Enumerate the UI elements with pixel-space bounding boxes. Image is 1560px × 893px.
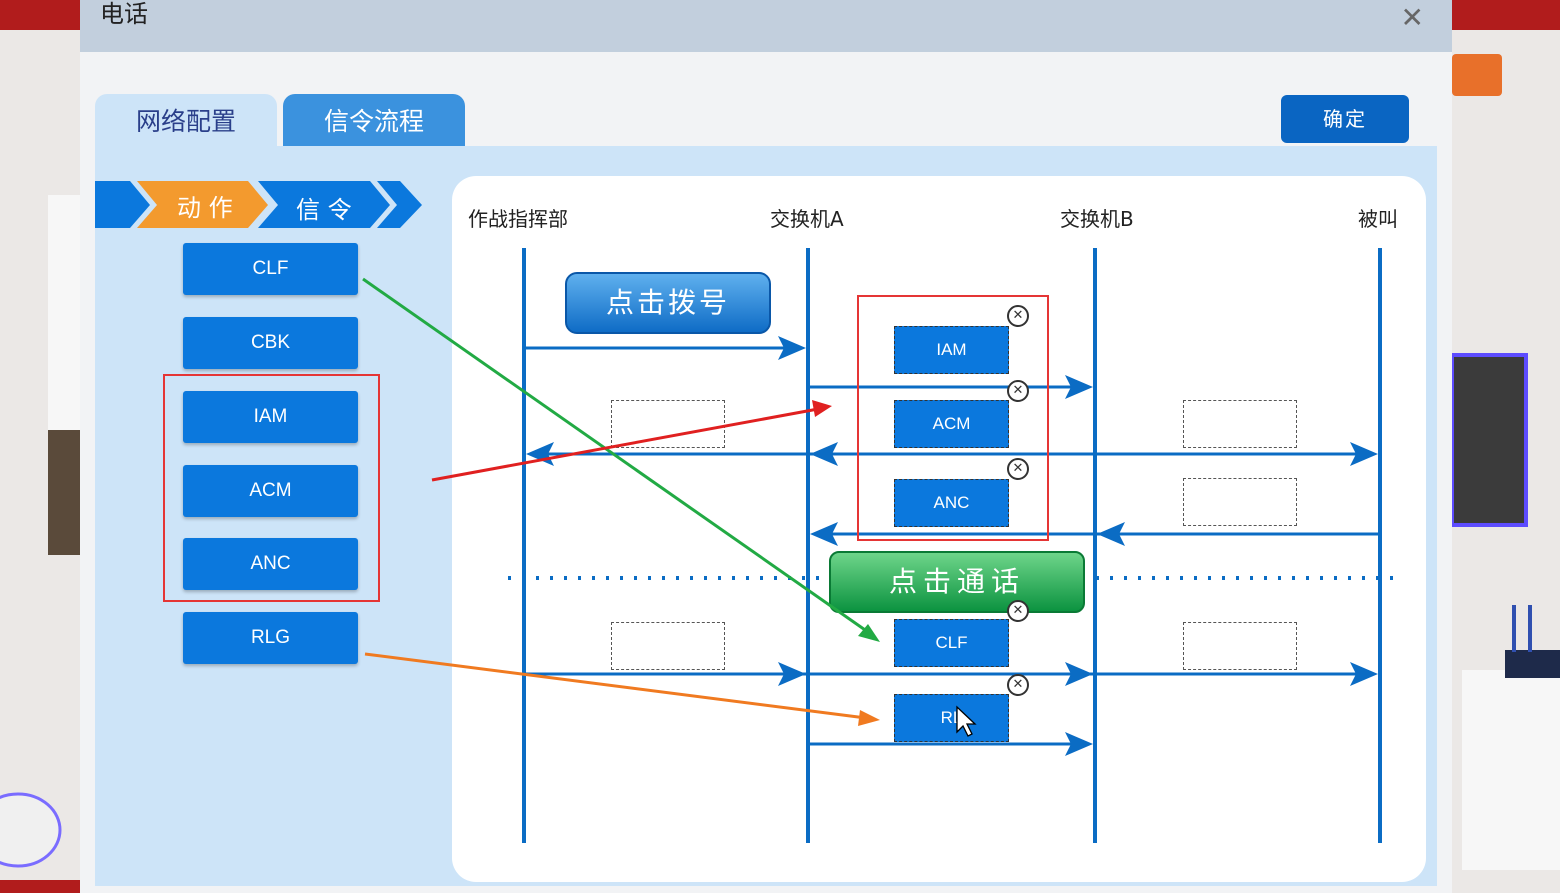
tab-signaling-flow[interactable]: 信令流程 xyxy=(283,94,465,150)
empty-slot[interactable] xyxy=(611,622,725,670)
dialog-title: 电话 xyxy=(100,0,148,28)
remove-icon[interactable]: ✕ xyxy=(1007,380,1029,402)
signal-button-cbk[interactable]: CBK xyxy=(183,317,358,369)
remove-icon[interactable]: ✕ xyxy=(1007,674,1029,696)
call-button[interactable]: 点击通话 xyxy=(829,551,1085,613)
remove-icon[interactable]: ✕ xyxy=(1007,458,1029,480)
dialog-header: 电话 ✕ xyxy=(80,0,1452,52)
signal-button-clf[interactable]: CLF xyxy=(183,243,358,295)
empty-slot[interactable] xyxy=(611,400,725,448)
tab-network-config[interactable]: 网络配置 xyxy=(95,94,277,150)
empty-slot[interactable] xyxy=(1183,622,1297,670)
confirm-button[interactable]: 确定 xyxy=(1281,95,1409,143)
placed-message-clf[interactable]: CLF xyxy=(894,619,1009,667)
dial-button[interactable]: 点击拨号 xyxy=(565,272,771,334)
remove-icon[interactable]: ✕ xyxy=(1007,600,1029,622)
placed-message-rlg[interactable]: RL xyxy=(894,694,1009,742)
empty-slot[interactable] xyxy=(1183,400,1297,448)
close-icon[interactable]: ✕ xyxy=(1401,2,1424,34)
remove-icon[interactable]: ✕ xyxy=(1007,305,1029,327)
column-label-command: 作战指挥部 xyxy=(468,207,568,231)
step-signal-label: 信 令 xyxy=(296,196,352,224)
signal-button-rlg[interactable]: RLG xyxy=(183,612,358,664)
highlight-box-diagram xyxy=(857,295,1049,541)
highlight-box-left xyxy=(163,374,380,602)
column-label-switch-a: 交换机A xyxy=(770,207,844,231)
step-action-label: 动 作 xyxy=(177,194,233,222)
empty-slot[interactable] xyxy=(1183,478,1297,526)
column-label-callee: 被叫 xyxy=(1358,207,1398,231)
column-label-switch-b: 交换机B xyxy=(1060,207,1134,231)
